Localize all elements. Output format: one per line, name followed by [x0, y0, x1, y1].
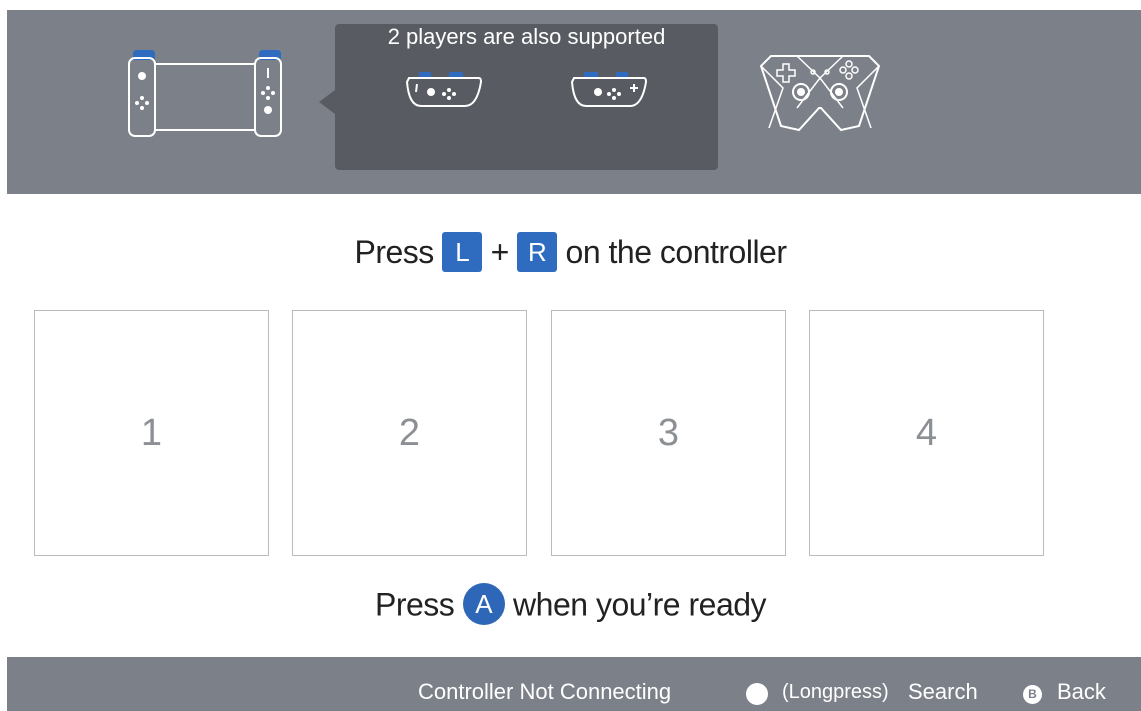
controller-not-connecting-button[interactable]: Controller Not Connecting	[418, 679, 671, 705]
ready-label: when you’re ready	[513, 586, 767, 623]
press-label: Press	[374, 586, 455, 623]
handheld-console-icon[interactable]	[125, 48, 285, 140]
sideways-joycon-left-icon	[405, 72, 483, 107]
slot-number: 3	[657, 411, 680, 454]
slot-number: 4	[915, 411, 938, 454]
l-button-icon: L	[442, 231, 483, 272]
sideways-joycon-right-icon	[570, 72, 648, 107]
search-button[interactable]: Search	[908, 679, 978, 705]
plus-sign: +	[490, 234, 510, 270]
two-player-tooltip: 2 players are also supported	[319, 24, 718, 170]
b-button-icon: B	[1023, 685, 1042, 704]
press-a-prompt: Press A when you’re ready	[0, 583, 1141, 628]
home-button-icon	[746, 683, 768, 705]
player-slot-4: 4	[809, 310, 1044, 556]
player-slot-1: 1	[34, 310, 269, 556]
press-lr-prompt: Press L + R on the controller	[0, 231, 1141, 275]
longpress-label: (Longpress)	[782, 681, 889, 703]
a-button-icon: A	[462, 583, 505, 625]
press-label: Press	[354, 234, 434, 270]
slot-number: 1	[140, 411, 163, 454]
slot-number: 2	[398, 411, 421, 454]
pro-controller-icon[interactable]	[757, 50, 883, 134]
on-controller-label: on the controller	[565, 234, 787, 270]
back-button[interactable]: Back	[1057, 679, 1106, 705]
player-slot-3: 3	[551, 310, 786, 556]
player-slot-2: 2	[292, 310, 527, 556]
footer-bar: Controller Not Connecting (Longpress) Se…	[7, 657, 1141, 711]
r-button-icon: R	[517, 231, 558, 272]
tooltip-label: 2 players are also supported	[387, 24, 666, 49]
